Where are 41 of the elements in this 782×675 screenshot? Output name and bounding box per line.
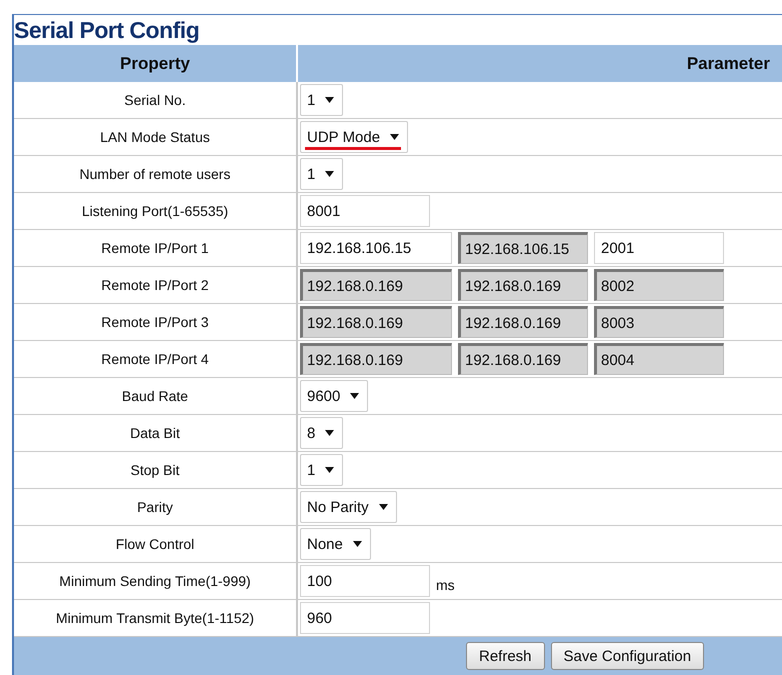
dropdown[interactable]: None — [300, 528, 371, 560]
property-label: Stop Bit — [14, 452, 298, 489]
property-label: LAN Mode Status — [14, 119, 298, 156]
action-button[interactable]: Refresh — [466, 642, 545, 670]
caret-icon — [378, 504, 388, 510]
column-header: Parameter — [298, 45, 782, 82]
unit-label: ms — [436, 577, 455, 595]
dropdown[interactable]: 9600 — [300, 380, 368, 412]
property-label: Minimum Sending Time(1-999) — [14, 563, 298, 600]
caret-icon — [350, 393, 360, 399]
property-label: Remote IP/Port 2 — [14, 267, 298, 304]
property-label: Serial No. — [14, 82, 298, 119]
dropdown[interactable]: No Parity — [300, 491, 397, 523]
input-field[interactable]: 960 — [300, 602, 430, 634]
dropdown[interactable]: 1 — [300, 84, 344, 116]
action-button[interactable]: Save Configuration — [550, 642, 704, 670]
page-title: Serial Port Config — [14, 16, 200, 45]
dropdown[interactable]: 1 — [300, 454, 344, 486]
property-label: Parity — [14, 489, 298, 526]
dropdown[interactable]: 8 — [300, 417, 344, 449]
caret-icon — [325, 430, 334, 436]
dropdown[interactable]: UDP Mode — [300, 121, 408, 153]
property-label: Number of remote users — [14, 156, 298, 193]
dropdown[interactable]: 1 — [300, 158, 344, 190]
property-label: Remote IP/Port 4 — [14, 341, 298, 378]
property-label: Baud Rate — [14, 378, 298, 415]
input-field[interactable]: 2001 — [594, 232, 724, 264]
caret-icon — [325, 467, 334, 473]
property-label: Remote IP/Port 1 — [14, 230, 298, 267]
caret-icon — [325, 97, 334, 103]
input-field[interactable]: 8001 — [300, 195, 430, 227]
property-label: Listening Port(1-65535) — [14, 193, 298, 230]
input-field[interactable]: 192.168.106.15 — [300, 232, 452, 264]
property-label: Flow Control — [14, 526, 298, 563]
caret-icon — [390, 134, 400, 140]
caret-icon — [352, 541, 362, 547]
caret-icon — [325, 171, 334, 177]
column-header: Property — [14, 45, 298, 82]
input-field[interactable]: 100 — [300, 565, 430, 597]
property-label: Data Bit — [14, 415, 298, 452]
property-label: Remote IP/Port 3 — [14, 304, 298, 341]
